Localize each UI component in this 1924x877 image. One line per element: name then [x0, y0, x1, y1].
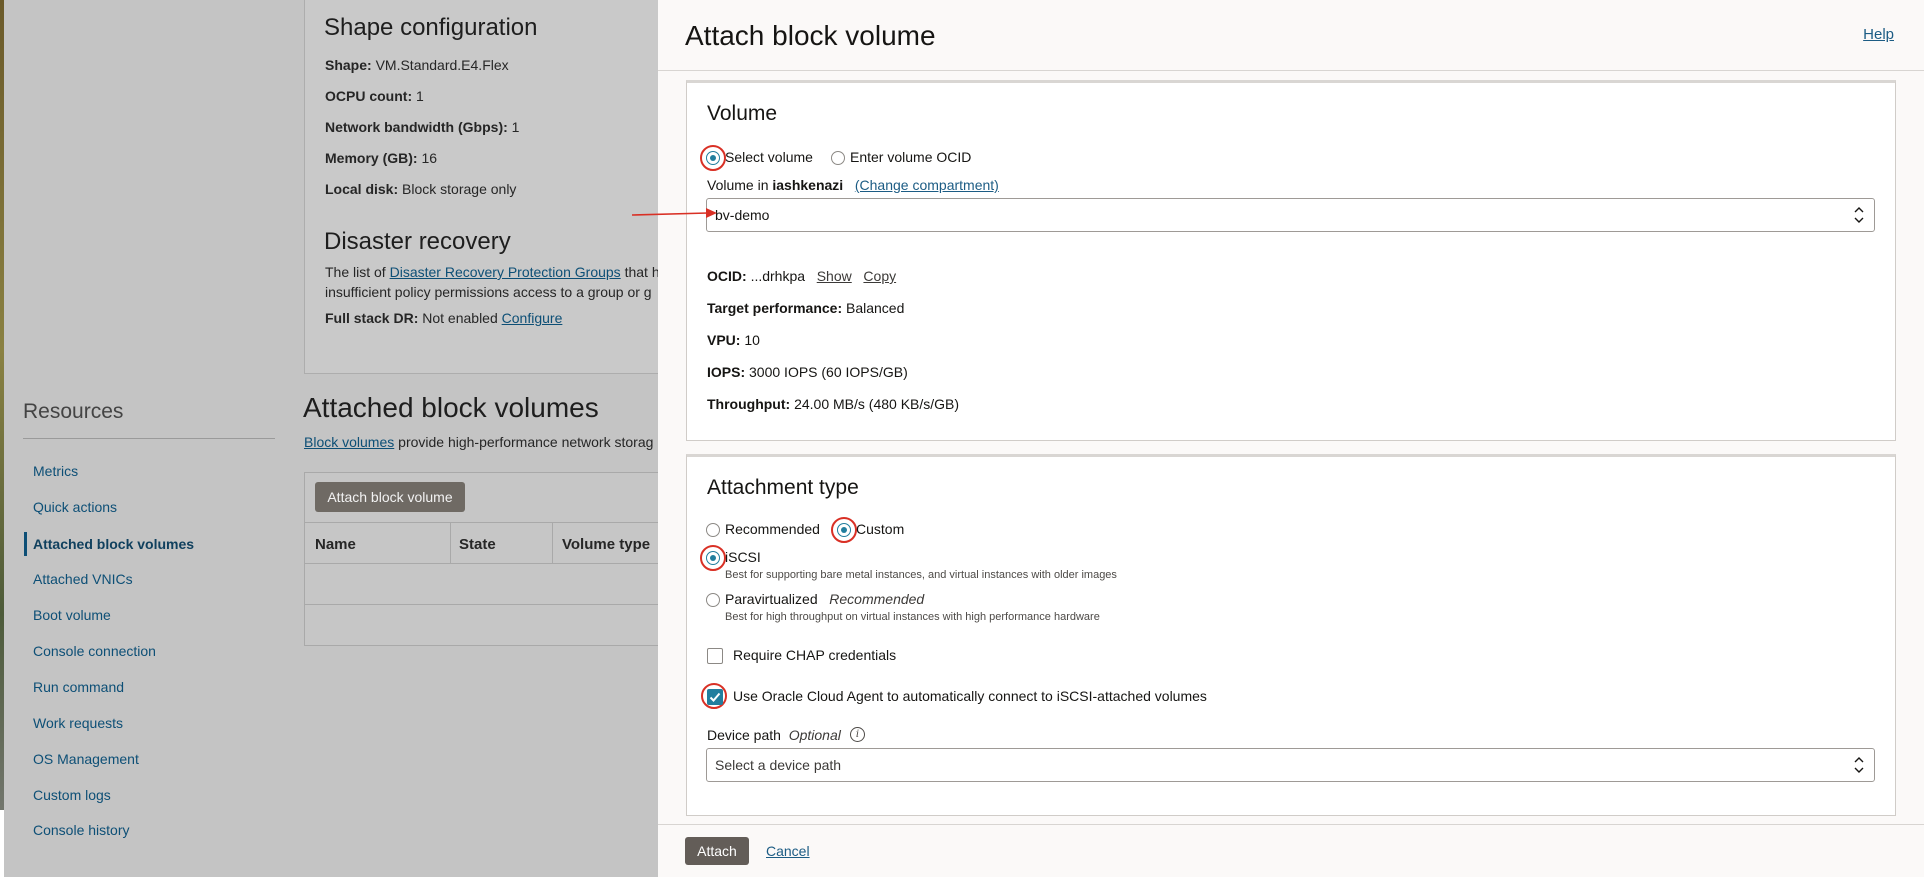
iscsi-label[interactable]: iSCSI	[725, 549, 761, 565]
resource-item-console-connection[interactable]: Console connection	[33, 643, 156, 659]
help-link[interactable]: Help	[1863, 26, 1894, 43]
recommended-radio[interactable]	[706, 523, 720, 537]
background-page: Shape configuration Shape: VM.Standard.E…	[0, 0, 660, 877]
attach-block-volume-drawer: Attach block volume Help Volume Select v…	[658, 0, 1924, 877]
shape-row: Shape: VM.Standard.E4.Flex	[325, 57, 509, 73]
compartment-name: iashkenazi	[772, 177, 844, 193]
resource-item-boot-volume[interactable]: Boot volume	[33, 607, 111, 623]
recommended-label[interactable]: Recommended	[725, 521, 820, 537]
recommended-tag: Recommended	[829, 591, 925, 607]
block-volumes-link[interactable]: Block volumes	[304, 434, 394, 450]
compartment-line: Volume in iashkenazi (Change compartment…	[707, 177, 999, 193]
volume-section: Volume Select volume Enter volume OCID V…	[686, 80, 1896, 441]
attached-block-volumes-description: Block volumes provide high-performance n…	[304, 434, 654, 450]
resource-item-attached-vnics[interactable]: Attached VNICs	[33, 571, 133, 587]
cloud-agent-checkbox[interactable]	[707, 689, 723, 705]
device-path-select[interactable]: Select a device path	[706, 748, 1875, 782]
background-image-strip	[0, 0, 4, 877]
ocid-show-link[interactable]: Show	[817, 268, 852, 284]
resource-item-metrics[interactable]: Metrics	[33, 463, 78, 479]
column-name[interactable]: Name	[315, 536, 356, 553]
device-path-placeholder: Select a device path	[715, 757, 842, 773]
full-stack-dr-row: Full stack DR: Not enabled Configure	[325, 310, 563, 326]
chap-label[interactable]: Require CHAP credentials	[733, 647, 896, 663]
iscsi-hint: Best for supporting bare metal instances…	[725, 569, 1117, 581]
custom-radio[interactable]	[837, 523, 851, 537]
volume-select-value: bv-demo	[715, 207, 770, 223]
attach-button[interactable]: Attach	[685, 837, 749, 865]
annotation-arrow-icon	[631, 208, 717, 218]
volume-select[interactable]: bv-demo	[706, 198, 1875, 232]
iscsi-radio[interactable]	[706, 551, 720, 565]
checkmark-icon	[709, 692, 721, 702]
cloud-agent-label[interactable]: Use Oracle Cloud Agent to automatically …	[733, 688, 1207, 704]
bandwidth-row: Network bandwidth (Gbps): 1	[325, 119, 520, 135]
custom-label[interactable]: Custom	[856, 521, 904, 537]
volume-section-title: Volume	[707, 102, 778, 125]
resource-item-quick-actions[interactable]: Quick actions	[33, 499, 117, 515]
active-indicator	[24, 532, 27, 556]
vpu-row: VPU: 10	[707, 332, 760, 348]
volumes-table-header: Name State Volume type	[304, 522, 660, 564]
local-disk-row: Local disk: Block storage only	[325, 181, 517, 197]
dr-protection-groups-link[interactable]: Disaster Recovery Protection Groups	[390, 264, 621, 280]
resource-item-run-command[interactable]: Run command	[33, 679, 124, 695]
ocid-row: OCID: ...drhkpa Show Copy	[707, 268, 897, 284]
background-gap	[0, 810, 4, 877]
column-separator	[552, 523, 553, 564]
chevron-up-down-icon	[1854, 757, 1864, 773]
column-state[interactable]: State	[459, 536, 496, 553]
resource-item-work-requests[interactable]: Work requests	[33, 715, 123, 731]
ocid-copy-link[interactable]: Copy	[863, 268, 896, 284]
drawer-header: Attach block volume Help	[658, 0, 1924, 71]
select-volume-label[interactable]: Select volume	[725, 149, 813, 165]
resources-divider	[23, 438, 275, 439]
configure-link[interactable]: Configure	[502, 310, 563, 326]
device-path-label: Device path Optional	[707, 727, 841, 743]
throughput-row: Throughput: 24.00 MB/s (480 KB/s/GB)	[707, 396, 960, 412]
resource-item-console-history[interactable]: Console history	[33, 822, 130, 838]
shape-configuration-title: Shape configuration	[324, 14, 538, 41]
column-volume-type[interactable]: Volume type	[562, 536, 650, 553]
table-row-divider	[304, 604, 660, 605]
drawer-footer: Attach Cancel	[658, 824, 1924, 877]
drawer-title: Attach block volume	[685, 20, 936, 51]
resources-title: Resources	[23, 400, 124, 423]
chap-checkbox[interactable]	[707, 648, 723, 664]
attachment-type-title: Attachment type	[707, 476, 859, 499]
enter-ocid-label[interactable]: Enter volume OCID	[850, 149, 971, 165]
change-compartment-link[interactable]: (Change compartment)	[855, 177, 999, 193]
attach-block-volume-button[interactable]: Attach block volume	[315, 482, 465, 512]
dr-description-line1: The list of Disaster Recovery Protection…	[325, 264, 660, 280]
dr-description-line2: insufficient policy permissions access t…	[325, 284, 652, 300]
memory-row: Memory (GB): 16	[325, 150, 438, 166]
attachment-type-section: Attachment type Recommended Custom iSCSI…	[686, 454, 1896, 816]
chevron-up-down-icon	[1854, 207, 1864, 223]
paravirtualized-label[interactable]: Paravirtualized Recommended	[725, 591, 924, 607]
iops-row: IOPS: 3000 IOPS (60 IOPS/GB)	[707, 364, 908, 380]
paravirtualized-radio[interactable]	[706, 593, 720, 607]
info-icon[interactable]: i	[850, 727, 865, 742]
select-volume-radio[interactable]	[706, 151, 720, 165]
target-performance-row: Target performance: Balanced	[707, 300, 905, 316]
resource-item-custom-logs[interactable]: Custom logs	[33, 787, 111, 803]
disaster-recovery-title: Disaster recovery	[324, 228, 511, 255]
enter-ocid-radio[interactable]	[831, 151, 845, 165]
paravirtualized-hint: Best for high throughput on virtual inst…	[725, 611, 1100, 623]
ocpu-row: OCPU count: 1	[325, 88, 424, 104]
optional-tag: Optional	[788, 727, 841, 743]
column-separator	[450, 523, 451, 564]
cancel-link[interactable]: Cancel	[766, 843, 810, 859]
resource-item-os-management[interactable]: OS Management	[33, 751, 139, 767]
attached-block-volumes-title: Attached block volumes	[303, 392, 599, 423]
resource-item-attached-block-volumes[interactable]: Attached block volumes	[33, 536, 194, 552]
